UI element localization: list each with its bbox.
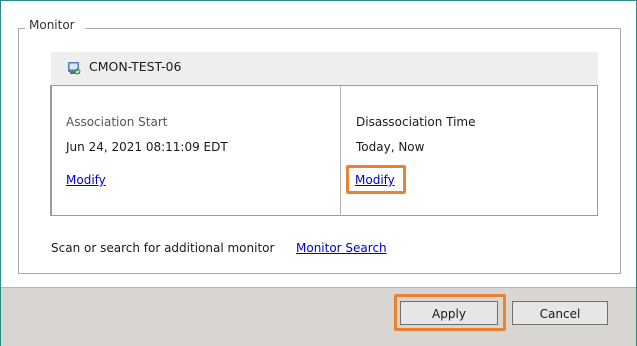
groupbox-top-border xyxy=(18,28,25,29)
highlight-box xyxy=(346,165,406,194)
scan-instruction-text: Scan or search for additional monitor xyxy=(51,241,275,255)
cancel-button[interactable]: Cancel xyxy=(512,301,608,325)
disassociation-time-label: Disassociation Time xyxy=(356,115,476,129)
groupbox-top-border xyxy=(85,28,620,29)
monitor-search-link[interactable]: Monitor Search xyxy=(296,241,387,255)
association-start-value: Jun 24, 2021 08:11:09 EDT xyxy=(66,140,228,154)
device-name: CMON-TEST-06 xyxy=(89,59,182,74)
modify-association-link[interactable]: Modify xyxy=(66,173,106,187)
groupbox-legend: Monitor xyxy=(27,18,77,32)
panel-divider xyxy=(340,86,341,216)
highlight-box xyxy=(394,294,506,331)
monitor-device-icon xyxy=(67,61,81,75)
disassociation-time-value: Today, Now xyxy=(356,140,425,154)
association-start-label: Association Start xyxy=(66,115,168,129)
